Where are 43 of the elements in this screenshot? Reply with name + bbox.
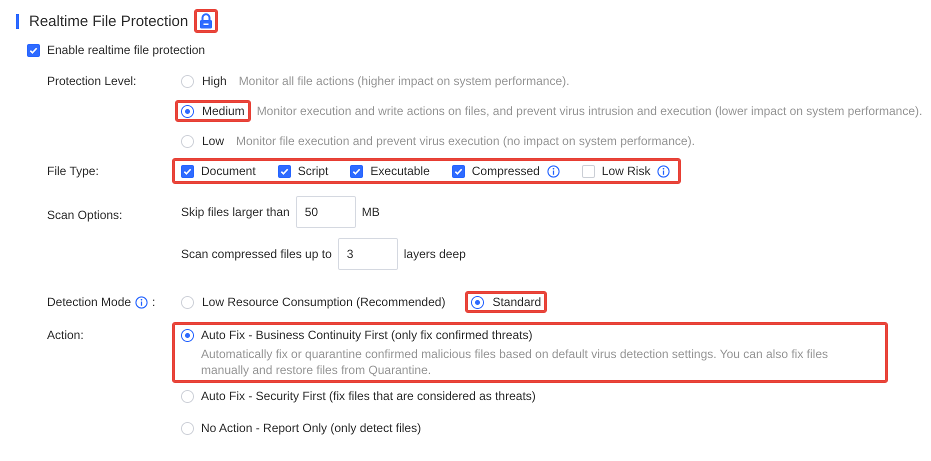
field-label: Scan compressed files up to (181, 247, 332, 261)
checkbox-label: Low Risk (602, 164, 650, 178)
option-label: Auto Fix - Business Continuity First (only fix confirmed threats) (201, 328, 532, 342)
option-description: Monitor all file actions (higher impact on system performance). (238, 74, 570, 88)
section-title: Realtime File Protection (29, 12, 188, 30)
option-label: Auto Fix - Security First (fix files that are considered as threats) (201, 389, 536, 403)
option-description: Monitor execution and write actions on files, and prevent virus intrusion and execution (lower impact on system performance). (256, 104, 922, 118)
option-label: Standard (492, 295, 542, 309)
info-icon[interactable] (657, 164, 670, 178)
input-field[interactable]: 50 (296, 196, 356, 228)
option-label: Low (202, 134, 224, 148)
field-label: Skip files larger than (181, 205, 290, 219)
checkbox[interactable] (27, 44, 40, 56)
radio-button[interactable] (471, 296, 484, 308)
checkbox[interactable] (181, 164, 194, 178)
option-label: High (202, 74, 227, 88)
colon-text: : (152, 295, 156, 309)
lock-icon (199, 13, 214, 29)
checkbox[interactable] (278, 164, 291, 178)
checkbox-label: Executable (370, 164, 430, 178)
checkbox-label: Enable realtime file protection (47, 43, 206, 57)
option-label: Low Resource Consumption (Recommended) (202, 295, 446, 309)
radio-button[interactable] (181, 328, 194, 342)
field-label: Detection Mode (47, 295, 132, 309)
option-label: Medium (202, 104, 245, 118)
checkbox[interactable] (452, 164, 465, 178)
unit-label: layers deep (404, 247, 466, 261)
input-field[interactable]: 3 (338, 238, 398, 270)
option-description: Monitor file execution and prevent virus execution (no impact on system performance). (236, 134, 695, 148)
checkbox-label: Document (201, 164, 256, 178)
option-description: Automatically fix or quarantine confirmed malicious files based on default virus detection settings. You can also fix files manually and restore files from Quarantine. (200, 346, 829, 378)
unit-label: MB (362, 205, 380, 219)
field-label: Scan Options: (47, 208, 122, 222)
radio-button[interactable] (181, 104, 194, 118)
option-label: No Action - Report Only (only detect files) (201, 421, 422, 435)
checkbox-label: Script (298, 164, 328, 178)
field-label: Protection Level: (47, 74, 136, 88)
checkbox-label: Compressed (472, 164, 540, 178)
checkbox[interactable] (350, 164, 364, 178)
field-label: Action: (47, 328, 84, 342)
info-icon[interactable] (546, 164, 560, 178)
info-icon[interactable] (135, 296, 148, 308)
field-label: File Type: (47, 164, 99, 178)
